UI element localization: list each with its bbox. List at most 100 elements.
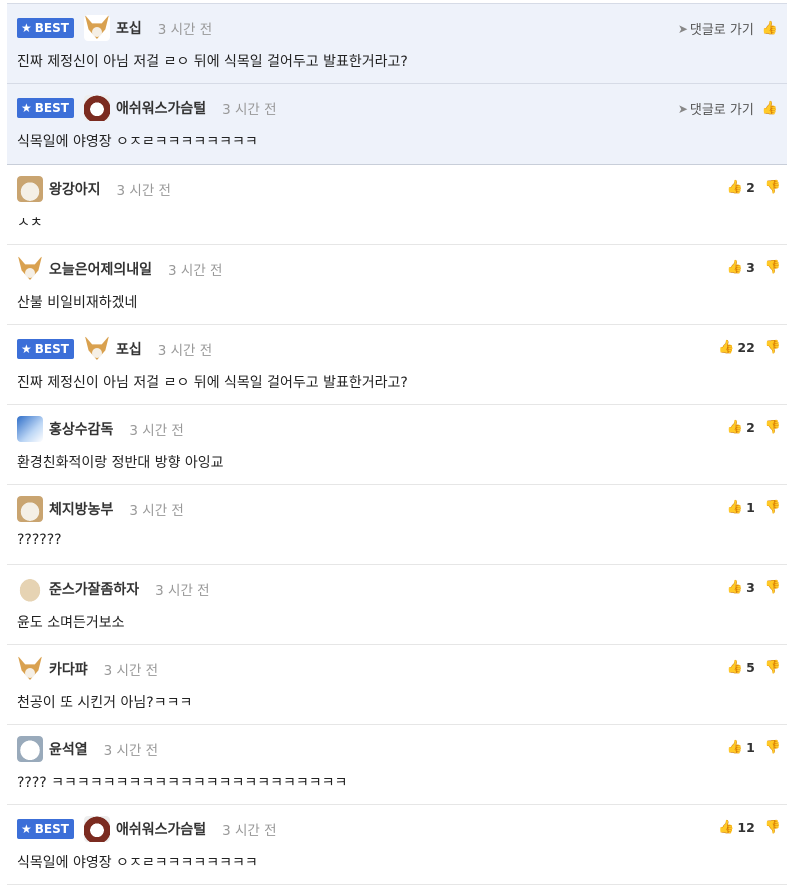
comment-timestamp: 3 시간 전 <box>103 743 159 759</box>
like-icon[interactable]: 👍 <box>762 21 778 36</box>
go-to-reply-link[interactable]: ➤ 댓글로 가기 <box>677 99 754 119</box>
comment-item: 홍상수감독 3 시간 전환경친화적이랑 정반대 방향 아잉교 👍 2 👎 <box>7 405 787 485</box>
dislike-icon[interactable]: 👎 <box>765 740 781 755</box>
comment-actions: ➤ 댓글로 가기 👍 <box>678 19 781 38</box>
best-comments: ★ BEST 포십 3 시간 전 진짜 제정신이 아님 저걸 ㄹㅇ 뒤에 식목일 걸어두… <box>7 3 787 165</box>
avatar[interactable] <box>17 656 43 682</box>
dislike-icon[interactable]: 👎 <box>765 420 781 435</box>
comment-header: 카다퍄 3 시간 전 <box>17 656 158 682</box>
author-nickname[interactable]: 포십 <box>116 339 142 359</box>
like-icon: 👍 <box>726 180 744 195</box>
comment-section: ★ BEST 포십 3 시간 전 진짜 제정신이 아님 저걸 ㄹㅇ 뒤에 식목일 걸어두… <box>7 3 787 885</box>
comment-header: 홍상수감독 3 시간 전 <box>17 416 184 442</box>
comment-timestamp: 3 시간 전 <box>116 183 171 199</box>
comment-text: 환경친화적이랑 정반대 방향 아잉교 <box>17 455 224 471</box>
author-nickname[interactable]: 준스가잘좀하자 <box>49 579 139 599</box>
author-nickname[interactable]: 왕강아지 <box>49 179 101 199</box>
author-nickname[interactable]: 오늘은어제의내일 <box>49 259 152 279</box>
comment-text: 윤도 소며든거보소 <box>17 615 125 631</box>
comment-header: ★ BEST 애쉬워스가슴털 3 시간 전 <box>17 95 277 121</box>
go-to-reply-label: 댓글로 가기 <box>689 103 754 118</box>
comment-item: 카다퍄 3 시간 전천공이 또 시킨거 아님?ㅋㅋㅋ 👍 5 👎 <box>7 645 787 725</box>
like-icon: 👍 <box>726 660 744 675</box>
avatar[interactable] <box>83 816 110 842</box>
dislike-icon[interactable]: 👎 <box>765 340 781 355</box>
like-button[interactable]: 👍 5 <box>727 660 755 675</box>
like-count: 5 <box>746 660 755 675</box>
like-button[interactable]: 👍 3 <box>727 580 755 595</box>
comment-text: 진짜 제정신이 아님 저걸 ㄹㅇ 뒤에 식목일 걸어두고 발표한거라고? <box>17 54 408 70</box>
like-button[interactable]: 👍 2 <box>727 420 755 435</box>
comment-text: 천공이 또 시킨거 아님?ㅋㅋㅋ <box>17 695 193 711</box>
like-button[interactable]: 👍 3 <box>727 260 755 275</box>
comment-timestamp: 3 시간 전 <box>168 263 223 279</box>
like-button[interactable]: 👍 1 <box>727 500 755 515</box>
best-badge: ★ BEST <box>17 339 74 359</box>
best-comment-item: ★ BEST 애쉬워스가슴털 3 시간 전 식목일에 야영장 ㅇㅈㄹㅋㅋㅋㅋㅋㅋㅋㅋ ➤ 댓… <box>7 84 787 164</box>
comment-timestamp: 3 시간 전 <box>155 583 210 599</box>
comment-item: 준스가잘좀하자 3 시간 전윤도 소며든거보소 👍 3 👎 <box>7 565 787 645</box>
best-badge-label: BEST <box>34 822 69 836</box>
author-nickname[interactable]: 윤석열 <box>49 739 88 759</box>
author-nickname[interactable]: 체지방농부 <box>49 499 113 519</box>
best-comment-item: ★ BEST 포십 3 시간 전 진짜 제정신이 아님 저걸 ㄹㅇ 뒤에 식목일 걸어두… <box>7 4 787 84</box>
comment-header: ★ BEST 포십 3 시간 전 <box>17 336 212 362</box>
star-icon: ★ <box>21 342 32 356</box>
like-button[interactable]: 👍 22 <box>718 340 755 355</box>
like-count: 22 <box>737 340 755 355</box>
avatar[interactable] <box>17 416 43 442</box>
dislike-icon[interactable]: 👎 <box>765 580 781 595</box>
comment-header: 준스가잘좀하자 3 시간 전 <box>17 576 210 602</box>
comment-header: ★ BEST 포십 3 시간 전 <box>17 15 212 41</box>
author-nickname[interactable]: 카다퍄 <box>49 659 88 679</box>
comment-actions: 👍 1 👎 <box>727 500 781 515</box>
avatar[interactable] <box>17 256 43 282</box>
comment-actions: 👍 1 👎 <box>727 740 781 755</box>
author-nickname[interactable]: 포십 <box>116 18 142 38</box>
best-badge-label: BEST <box>34 21 69 35</box>
avatar[interactable] <box>83 95 110 121</box>
comment-list: 왕강아지 3 시간 전 ㅅㅊ 👍 2 👎 오늘은어제의내일 3 시간 전 산불 비일비재하겠네 👍… <box>7 165 787 885</box>
reply-arrow-icon: ➤ <box>677 21 688 36</box>
comment-header: 윤석열 3 시간 전 <box>17 736 158 762</box>
like-button[interactable]: 👍 2 <box>727 180 755 195</box>
comment-timestamp: 3 시간 전 <box>222 823 277 839</box>
avatar[interactable] <box>83 336 110 362</box>
dislike-icon[interactable]: 👎 <box>765 260 781 275</box>
like-icon[interactable]: 👍 <box>762 101 778 116</box>
avatar[interactable] <box>83 15 110 41</box>
like-count: 12 <box>737 820 755 835</box>
comment-text: ㅅㅊ <box>17 215 43 231</box>
comment-text: 진짜 제정신이 아님 저걸 ㄹㅇ 뒤에 식목일 걸어두고 발표한거라고? <box>17 375 408 391</box>
comment-actions: 👍 3 👎 <box>727 580 781 595</box>
go-to-reply-link[interactable]: ➤ 댓글로 가기 <box>677 19 754 39</box>
dislike-icon[interactable]: 👎 <box>765 660 781 675</box>
like-count: 1 <box>746 740 755 755</box>
author-nickname[interactable]: 애쉬워스가슴털 <box>116 98 206 118</box>
like-count: 3 <box>746 260 755 275</box>
comment-header: 왕강아지 3 시간 전 <box>17 176 171 202</box>
author-nickname[interactable]: 홍상수감독 <box>49 419 113 439</box>
like-button[interactable]: 👍 1 <box>727 740 755 755</box>
avatar[interactable] <box>17 496 43 522</box>
reply-arrow-icon: ➤ <box>677 101 688 116</box>
like-count: 1 <box>746 500 755 515</box>
comment-actions: ➤ 댓글로 가기 👍 <box>678 99 781 118</box>
dislike-icon[interactable]: 👎 <box>765 500 781 515</box>
dislike-icon[interactable]: 👎 <box>765 820 781 835</box>
like-button[interactable]: 👍 12 <box>718 820 755 835</box>
avatar[interactable] <box>17 576 43 602</box>
comment-text: ?????? <box>17 532 62 548</box>
like-icon: 👍 <box>726 500 744 515</box>
like-icon: 👍 <box>718 340 735 355</box>
dislike-icon[interactable]: 👎 <box>765 180 781 195</box>
comment-item: 오늘은어제의내일 3 시간 전 산불 비일비재하겠네 👍 3 👎 <box>7 245 787 325</box>
avatar[interactable] <box>17 736 43 762</box>
comment-timestamp: 3 시간 전 <box>157 22 213 38</box>
avatar[interactable] <box>17 176 43 202</box>
comment-item: 왕강아지 3 시간 전 ㅅㅊ 👍 2 👎 <box>7 165 787 245</box>
like-count: 2 <box>746 180 755 195</box>
comment-timestamp: 3 시간 전 <box>157 343 213 359</box>
comment-actions: 👍 2 👎 <box>727 420 781 435</box>
author-nickname[interactable]: 애쉬워스가슴털 <box>116 819 206 839</box>
